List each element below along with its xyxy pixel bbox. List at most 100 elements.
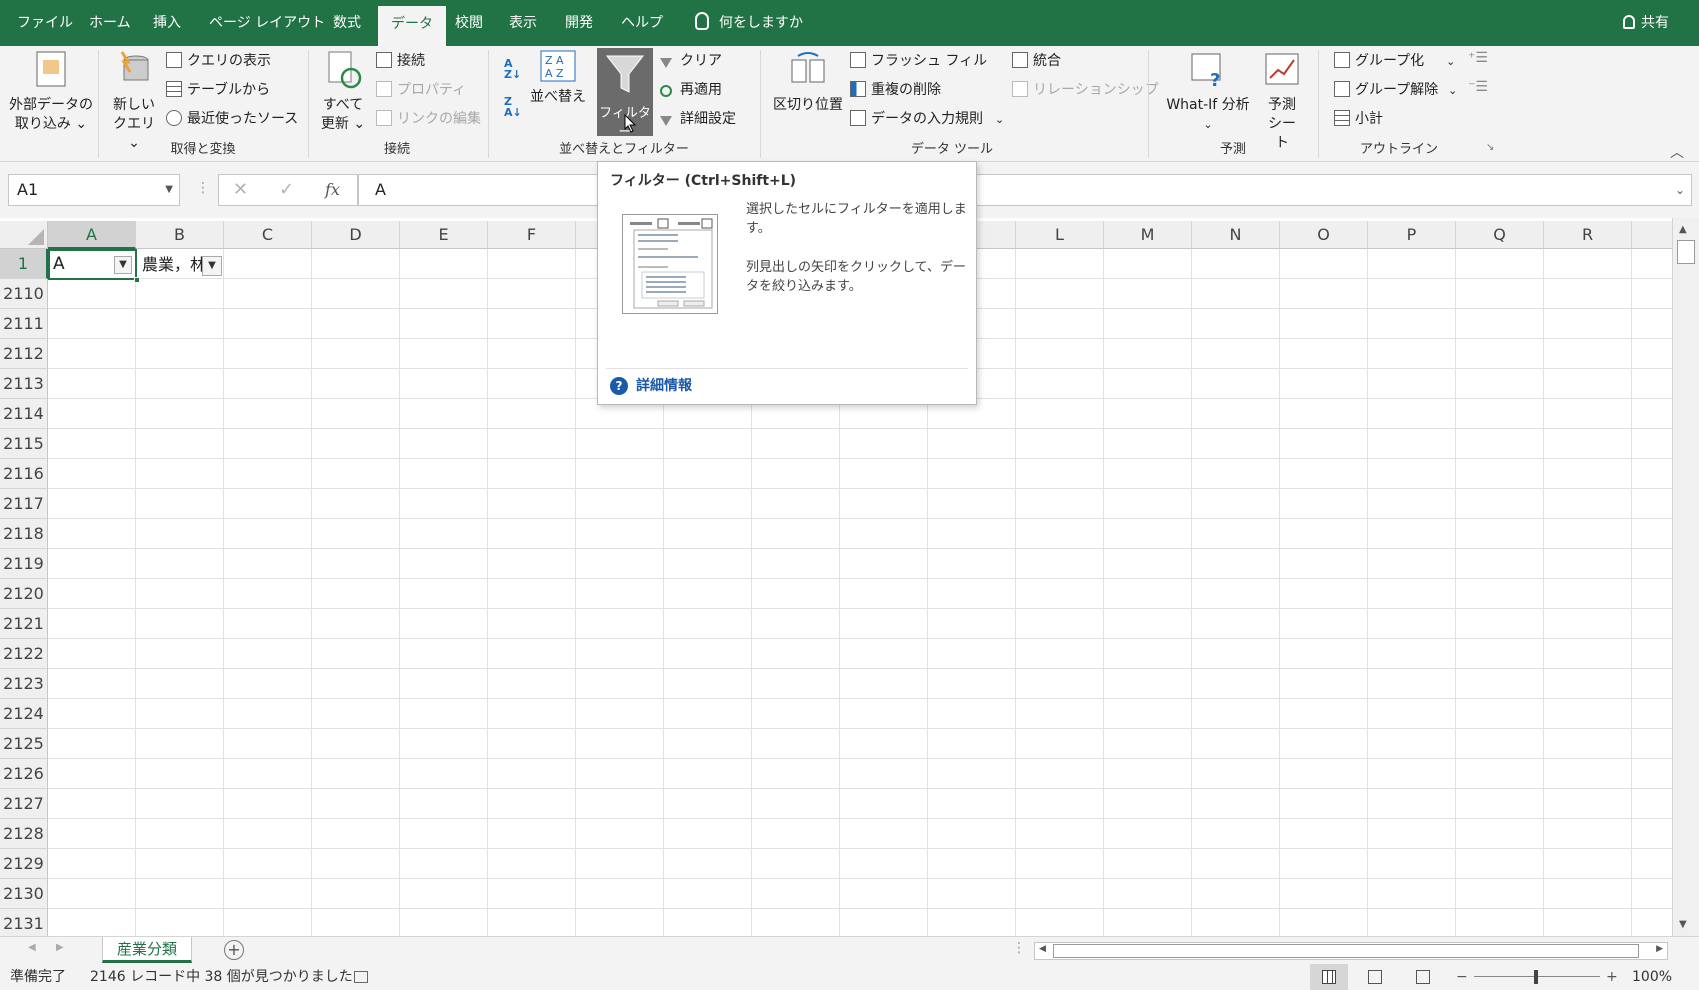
- zoom-level[interactable]: 100%: [1632, 964, 1672, 990]
- consolidate-button[interactable]: 統合: [1012, 50, 1061, 70]
- cell-a1[interactable]: A ▼: [48, 249, 140, 283]
- filter-dropdown-a1[interactable]: ▼: [114, 256, 132, 274]
- page-layout-view-icon[interactable]: [1368, 970, 1382, 984]
- show-detail-icon[interactable]: ⁺☰: [1468, 50, 1488, 66]
- flash-fill-button[interactable]: フラッシュ フィル: [850, 50, 987, 70]
- column-header-e[interactable]: E: [400, 221, 488, 249]
- dialog-launcher-icon[interactable]: ↘: [1486, 142, 1494, 153]
- data-validation-button[interactable]: データの入力規則 ⌄: [850, 108, 1004, 128]
- what-if-button[interactable]: ? What-If 分析 ⌄: [1158, 50, 1258, 134]
- scroll-down-icon[interactable]: ▼: [1679, 919, 1687, 930]
- name-box[interactable]: A1 ▼: [8, 174, 180, 206]
- sheet-tab-active[interactable]: 産業分類: [102, 937, 192, 963]
- tab-home[interactable]: ホーム: [76, 0, 144, 46]
- row-header[interactable]: 2123: [0, 669, 48, 699]
- edit-links-button[interactable]: リンクの編集: [376, 108, 481, 128]
- row-header[interactable]: 2116: [0, 459, 48, 489]
- zoom-out-icon[interactable]: −: [1456, 964, 1468, 990]
- row-header[interactable]: 2126: [0, 759, 48, 789]
- zoom-in-icon[interactable]: +: [1606, 964, 1618, 990]
- row-header[interactable]: 2113: [0, 369, 48, 399]
- collapse-ribbon-icon[interactable]: ︿: [1670, 142, 1684, 162]
- column-header-r[interactable]: R: [1544, 221, 1632, 249]
- vertical-scrollbar[interactable]: ▲ ▼: [1672, 218, 1699, 936]
- column-header-d[interactable]: D: [312, 221, 400, 249]
- column-header-q[interactable]: Q: [1456, 221, 1544, 249]
- column-header-l[interactable]: L: [1016, 221, 1104, 249]
- tab-formulas[interactable]: 数式: [320, 0, 374, 46]
- ungroup-button[interactable]: グループ解除 ⌄: [1334, 79, 1457, 99]
- column-header-a[interactable]: A: [48, 221, 136, 249]
- page-break-view-icon[interactable]: [1416, 970, 1430, 984]
- properties-button[interactable]: プロパティ: [376, 79, 466, 99]
- tab-data[interactable]: データ: [378, 6, 446, 46]
- zoom-slider-thumb[interactable]: [1534, 970, 1538, 984]
- row-header[interactable]: 2128: [0, 819, 48, 849]
- cancel-icon[interactable]: ✕: [233, 179, 248, 200]
- tab-insert[interactable]: 挿入: [140, 0, 194, 46]
- column-header-o[interactable]: O: [1280, 221, 1368, 249]
- row-header[interactable]: 2115: [0, 429, 48, 459]
- macro-record-icon[interactable]: [354, 971, 368, 983]
- row-header[interactable]: 1: [0, 249, 48, 279]
- reapply-button[interactable]: 再適用: [660, 79, 722, 99]
- tab-file[interactable]: ファイル: [4, 0, 86, 46]
- column-header-n[interactable]: N: [1192, 221, 1280, 249]
- tab-review[interactable]: 校閲: [442, 0, 496, 46]
- external-data-button[interactable]: 外部データの 取り込み ⌄: [8, 50, 94, 134]
- recent-sources-button[interactable]: 最近使ったソース: [166, 108, 298, 128]
- filter-dropdown-b1[interactable]: ▼: [202, 256, 222, 276]
- row-header[interactable]: 2122: [0, 639, 48, 669]
- group-button[interactable]: グループ化 ⌄: [1334, 50, 1455, 70]
- connections-button[interactable]: 接続: [376, 50, 425, 70]
- row-header[interactable]: 2124: [0, 699, 48, 729]
- prev-sheet-icon[interactable]: ◀: [28, 942, 36, 953]
- column-header-m[interactable]: M: [1104, 221, 1192, 249]
- scroll-up-icon[interactable]: ▲: [1679, 224, 1687, 235]
- chevron-down-icon[interactable]: ▼: [165, 175, 173, 205]
- refresh-all-button[interactable]: すべて 更新 ⌄: [318, 50, 368, 134]
- sort-descending-icon[interactable]: Z A↓: [504, 96, 522, 118]
- clear-filter-button[interactable]: クリア: [660, 50, 722, 70]
- tell-me-search[interactable]: 何をしますか: [682, 0, 816, 46]
- advanced-filter-button[interactable]: 詳細設定: [660, 108, 736, 128]
- tab-developer[interactable]: 開発: [552, 0, 606, 46]
- text-to-columns-button[interactable]: 区切り位置: [770, 50, 846, 115]
- horizontal-scrollbar[interactable]: ◀ ▶: [1034, 942, 1668, 960]
- insert-function-icon[interactable]: fx: [325, 180, 340, 199]
- normal-view-button[interactable]: [1310, 964, 1348, 990]
- from-table-button[interactable]: テーブルから: [166, 79, 270, 99]
- row-header[interactable]: 2131: [0, 909, 48, 936]
- vertical-scroll-thumb[interactable]: [1677, 240, 1695, 264]
- show-queries-button[interactable]: クエリの表示: [166, 50, 271, 70]
- row-header[interactable]: 2110: [0, 279, 48, 309]
- tab-view[interactable]: 表示: [496, 0, 550, 46]
- row-header[interactable]: 2114: [0, 399, 48, 429]
- expand-formula-icon[interactable]: ⌄: [1675, 175, 1685, 205]
- scroll-left-icon[interactable]: ◀: [1039, 944, 1046, 954]
- split-handle-icon[interactable]: ⋮: [1012, 940, 1026, 956]
- cell-b1[interactable]: 農業，林業: [138, 251, 314, 279]
- scroll-right-icon[interactable]: ▶: [1656, 944, 1663, 954]
- sort-button[interactable]: Z AA Z 並べ替え: [528, 50, 588, 107]
- row-header[interactable]: 2112: [0, 339, 48, 369]
- row-header[interactable]: 2129: [0, 849, 48, 879]
- share-button[interactable]: 共有: [1623, 0, 1669, 46]
- column-header-p[interactable]: P: [1368, 221, 1456, 249]
- row-header[interactable]: 2117: [0, 489, 48, 519]
- column-header-f[interactable]: F: [488, 221, 576, 249]
- select-all-corner[interactable]: [0, 221, 48, 249]
- tab-help[interactable]: ヘルプ: [608, 0, 676, 46]
- row-header[interactable]: 2120: [0, 579, 48, 609]
- next-sheet-icon[interactable]: ▶: [56, 942, 64, 953]
- drag-handle-icon[interactable]: ⋮: [196, 180, 210, 196]
- hide-detail-icon[interactable]: ⁻☰: [1468, 79, 1488, 95]
- enter-icon[interactable]: ✓: [279, 179, 294, 200]
- sort-ascending-icon[interactable]: A Z↓: [504, 58, 521, 80]
- remove-duplicates-button[interactable]: 重複の削除: [850, 79, 941, 99]
- subtotal-button[interactable]: 小計: [1334, 108, 1383, 128]
- row-header[interactable]: 2119: [0, 549, 48, 579]
- row-header[interactable]: 2111: [0, 309, 48, 339]
- row-header[interactable]: 2127: [0, 789, 48, 819]
- column-header-c[interactable]: C: [224, 221, 312, 249]
